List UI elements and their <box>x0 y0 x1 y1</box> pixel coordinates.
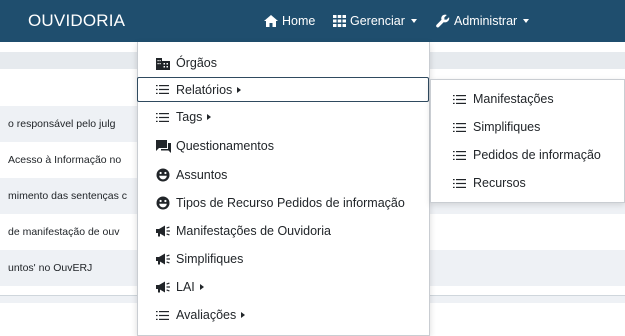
bullhorn-icon <box>156 253 170 265</box>
nav-gerenciar[interactable]: Gerenciar <box>333 14 417 28</box>
chevron-right-icon <box>199 284 204 290</box>
submenu-item-label: Recursos <box>473 176 526 190</box>
submenu-item-pedidos-de-informacao[interactable]: Pedidos de informação <box>453 145 601 165</box>
submenu-item-simplifiques[interactable]: Simplifiques <box>453 117 540 137</box>
row-text: o responsável pelo julg <box>8 118 116 130</box>
list-icon <box>453 150 466 160</box>
home-icon <box>264 15 278 27</box>
nav-home-label: Home <box>282 14 316 28</box>
chevron-right-icon <box>241 312 246 318</box>
relatorios-submenu: Manifestações Simplifiques Pedidos de in… <box>430 79 625 203</box>
menu-item-label: Manifestações de Ouvidoria <box>176 224 331 238</box>
list-icon <box>156 85 169 94</box>
th-grid-icon <box>333 15 346 27</box>
nav-home[interactable]: Home <box>264 14 315 28</box>
submenu-item-label: Manifestações <box>473 92 554 106</box>
bullhorn-icon <box>156 225 170 237</box>
menu-item-tipos-de-recurso[interactable]: Tipos de Recurso Pedidos de informação <box>156 192 405 214</box>
menu-item-label: Órgãos <box>176 56 217 70</box>
menu-item-label: LAI <box>176 280 195 294</box>
submenu-item-recursos[interactable]: Recursos <box>453 173 526 193</box>
list-icon <box>156 112 169 122</box>
menu-item-lai[interactable]: LAI <box>156 276 204 298</box>
menu-item-avaliacoes[interactable]: Avaliações <box>156 304 246 326</box>
submenu-item-label: Simplifiques <box>473 120 541 134</box>
submenu-item-label: Pedidos de informação <box>473 148 601 162</box>
gerenciar-dropdown-menu: Órgãos Relatórios Tags Questionamentos A… <box>137 42 430 336</box>
row-text: untos' no OuvERJ <box>8 262 93 274</box>
menu-item-label: Relatórios <box>176 82 233 97</box>
chevron-down-icon <box>523 19 530 23</box>
menu-item-label: Avaliações <box>176 308 237 322</box>
grin-icon <box>156 168 170 182</box>
menu-item-label: Tipos de Recurso Pedidos de informação <box>176 196 405 210</box>
menu-item-simplifiques[interactable]: Simplifiques <box>156 248 243 270</box>
chevron-right-icon <box>207 114 212 120</box>
nav-gerenciar-label: Gerenciar <box>350 14 405 28</box>
brand-title[interactable]: OUVIDORIA <box>28 11 125 31</box>
chevron-down-icon <box>410 19 417 23</box>
row-text: mimento das sentenças c <box>8 190 128 202</box>
comments-icon <box>156 139 171 153</box>
list-icon <box>453 178 466 188</box>
menu-item-label: Assuntos <box>176 168 228 182</box>
submenu-item-manifestacoes[interactable]: Manifestações <box>453 89 554 109</box>
menu-item-assuntos[interactable]: Assuntos <box>156 164 227 186</box>
list-icon <box>453 94 466 104</box>
menu-item-tags[interactable]: Tags <box>156 106 212 128</box>
bullhorn-icon <box>156 281 170 293</box>
top-navbar: OUVIDORIA Home Gerenciar Administrar <box>0 0 625 42</box>
menu-item-label: Questionamentos <box>176 139 274 153</box>
row-text: de manifestação de ouv <box>8 226 120 238</box>
grin-icon <box>156 196 170 210</box>
menu-item-label: Simplifiques <box>176 252 244 266</box>
nav-administrar-label: Administrar <box>454 14 518 28</box>
menu-item-relatorios[interactable]: Relatórios <box>137 77 429 102</box>
building-icon <box>156 57 170 70</box>
nav-administrar[interactable]: Administrar <box>436 14 530 28</box>
chevron-right-icon <box>237 86 242 93</box>
list-icon <box>156 310 169 320</box>
menu-item-label: Tags <box>176 110 203 124</box>
menu-item-orgaos[interactable]: Órgãos <box>156 52 217 74</box>
menu-item-manifestacoes-ouvidoria[interactable]: Manifestações de Ouvidoria <box>156 220 331 242</box>
wrench-icon <box>436 14 450 28</box>
menu-item-questionamentos[interactable]: Questionamentos <box>156 135 274 157</box>
row-text: Acesso à Informação no <box>8 154 122 166</box>
list-icon <box>453 122 466 132</box>
